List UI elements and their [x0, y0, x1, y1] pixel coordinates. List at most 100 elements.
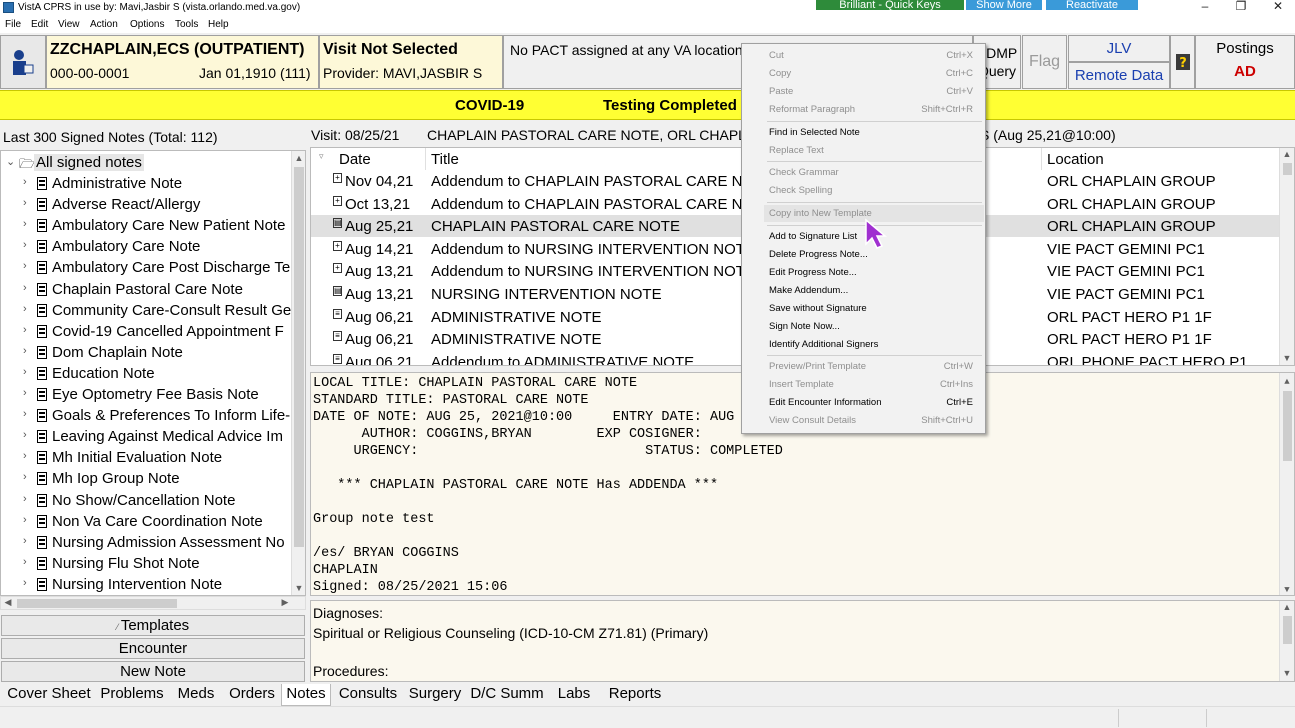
tree-item[interactable]: › Goals & Preferences To Inform Life- — [1, 406, 291, 427]
notes-tree[interactable]: ⌄ 🗁 All signed notes › Administrative Not… — [0, 150, 306, 596]
encounter-scrollbar[interactable]: ▲ ▼ — [1279, 601, 1294, 681]
expand-icon[interactable]: › — [23, 408, 27, 420]
tree-item[interactable]: › Eye Optometry Fee Basis Note — [1, 385, 291, 406]
notes-scroll-down-icon[interactable]: ▼ — [1280, 353, 1294, 363]
menu-item-check-spelling[interactable]: Check Spelling — [769, 182, 983, 199]
restore-button[interactable]: ❐ — [1224, 0, 1258, 14]
menu-item-edit-encounter-information[interactable]: Edit Encounter Information Ctrl+E — [769, 394, 983, 411]
tree-hscroll[interactable]: ◀ ▶ — [0, 596, 306, 610]
postings-button[interactable]: Postings AD — [1195, 35, 1295, 89]
menu-edit[interactable]: Edit — [31, 19, 48, 30]
menu-item-find-in-selected-note[interactable]: Find in Selected Note — [769, 124, 983, 141]
menu-item-make-addendum[interactable]: Make Addendum... — [769, 282, 983, 299]
tree-hscroll-thumb[interactable] — [17, 599, 177, 608]
note-scroll-thumb[interactable] — [1283, 391, 1292, 461]
note-scroll-up-icon[interactable]: ▲ — [1280, 374, 1294, 391]
menu-options[interactable]: Options — [130, 19, 164, 30]
notes-list-scrollbar[interactable]: ▲ ▼ — [1279, 148, 1294, 365]
close-button[interactable]: ✕ — [1261, 0, 1295, 14]
flag-button[interactable]: Flag — [1022, 35, 1067, 89]
expand-icon[interactable]: › — [23, 577, 27, 589]
menu-item-paste[interactable]: Paste Ctrl+V — [769, 83, 983, 100]
note-text-scrollbar[interactable]: ▲ ▼ — [1279, 373, 1294, 595]
expand-icon[interactable]: › — [23, 176, 27, 188]
notes-scroll-thumb[interactable] — [1283, 163, 1292, 175]
tree-item[interactable]: › Mh Iop Group Note — [1, 469, 291, 490]
tree-item[interactable]: › Chaplain Pastoral Care Note — [1, 280, 291, 301]
tree-item[interactable]: › Ambulatory Care New Patient Note — [1, 216, 291, 237]
col-title-header[interactable]: Title — [431, 151, 459, 168]
tree-item[interactable]: › Ambulatory Care Note — [1, 237, 291, 258]
tree-item[interactable]: › No Show/Cancellation Note — [1, 491, 291, 512]
tree-scroll-thumb[interactable] — [294, 167, 304, 547]
menu-item-insert-template[interactable]: Insert Template Ctrl+Ins — [769, 376, 983, 393]
menu-view[interactable]: View — [58, 19, 80, 30]
menu-file[interactable]: File — [5, 19, 21, 30]
tree-item[interactable]: › Administrative Note — [1, 174, 291, 195]
tab-consults[interactable]: Consults — [334, 684, 402, 706]
menu-item-save-without-signature[interactable]: Save without Signature — [769, 300, 983, 317]
tree-item[interactable]: › Community Care-Consult Result Ge — [1, 301, 291, 322]
tree-item[interactable]: › Mh Initial Evaluation Note — [1, 448, 291, 469]
encounter-button[interactable]: Encounter — [1, 638, 305, 659]
expand-icon[interactable]: › — [23, 303, 27, 315]
tab-orders[interactable]: Orders — [225, 684, 279, 706]
tree-item[interactable]: › Ambulatory Care Post Discharge Te — [1, 258, 291, 279]
remote-data-button[interactable]: Remote Data — [1068, 62, 1170, 89]
expand-icon[interactable]: › — [23, 239, 27, 251]
tree-item[interactable]: › Nursing Admission Assessment No — [1, 533, 291, 554]
reactivate-button[interactable]: Reactivate — [1046, 0, 1138, 10]
expand-icon[interactable]: › — [23, 282, 27, 294]
menu-item-preview-print-template[interactable]: Preview/Print Template Ctrl+W — [769, 358, 983, 375]
scroll-right-arrow-icon[interactable]: ▶ — [278, 597, 292, 608]
help-button[interactable]: ? — [1170, 35, 1195, 89]
tree-item[interactable]: › Non Va Care Coordination Note — [1, 512, 291, 533]
expand-icon[interactable]: › — [23, 471, 27, 483]
expand-icon[interactable]: › — [23, 260, 27, 272]
tree-item[interactable]: › Nursing Intervention Note — [1, 575, 291, 595]
expand-icon[interactable]: › — [23, 366, 27, 378]
tab-meds[interactable]: Meds — [169, 684, 223, 706]
new-note-button[interactable]: New Note — [1, 661, 305, 682]
menu-item-check-grammar[interactable]: Check Grammar — [769, 164, 983, 181]
menu-item-view-consult-details[interactable]: View Consult Details Shift+Ctrl+U — [769, 412, 983, 429]
menu-item-identify-additional-signers[interactable]: Identify Additional Signers — [769, 336, 983, 353]
encounter-scroll-up-icon[interactable]: ▲ — [1280, 602, 1294, 612]
menu-action[interactable]: Action — [90, 19, 118, 30]
jlv-button[interactable]: JLV — [1068, 35, 1170, 62]
tree-root[interactable]: ⌄ 🗁 All signed notes — [1, 153, 291, 174]
patient-info-panel[interactable]: ZZCHAPLAIN,ECS (OUTPATIENT) 000-00-0001 … — [46, 35, 319, 89]
tab-labs[interactable]: Labs — [548, 684, 600, 706]
tree-item[interactable]: › Covid-19 Cancelled Appointment F — [1, 322, 291, 343]
tree-item[interactable]: › Adverse React/Allergy — [1, 195, 291, 216]
scroll-up-arrow-icon[interactable]: ▲ — [292, 153, 305, 163]
menu-item-sign-note-now[interactable]: Sign Note Now... — [769, 318, 983, 335]
patient-icon-button[interactable] — [0, 35, 46, 89]
tree-item[interactable]: › Dom Chaplain Note — [1, 343, 291, 364]
tab-problems[interactable]: Problems — [97, 684, 167, 706]
tab-cover-sheet[interactable]: Cover Sheet — [3, 684, 95, 706]
expand-icon[interactable]: › — [23, 324, 27, 336]
col-date-header[interactable]: Date — [339, 151, 371, 168]
tab-reports[interactable]: Reports — [603, 684, 667, 706]
expand-icon[interactable]: › — [23, 535, 27, 547]
note-scroll-down-icon[interactable]: ▼ — [1280, 582, 1294, 595]
tab-notes[interactable]: Notes — [281, 684, 331, 706]
expand-icon[interactable]: › — [23, 556, 27, 568]
notes-scroll-up-icon[interactable]: ▲ — [1280, 149, 1294, 159]
expand-icon[interactable]: › — [23, 450, 27, 462]
menu-help[interactable]: Help — [208, 19, 229, 30]
menu-item-copy[interactable]: Copy Ctrl+C — [769, 65, 983, 82]
visit-panel[interactable]: Visit Not Selected Provider: MAVI,JASBIR… — [319, 35, 503, 89]
brilliant-quick-keys-button[interactable]: Brilliant - Quick Keys — [816, 0, 964, 10]
expand-icon[interactable]: › — [23, 345, 27, 357]
collapse-icon[interactable]: ⌄ — [6, 155, 15, 168]
menu-item-edit-progress-note[interactable]: Edit Progress Note... — [769, 264, 983, 281]
encounter-details[interactable]: Diagnoses: Spiritual or Religious Counse… — [310, 600, 1295, 682]
tree-item[interactable]: › Nursing Flu Shot Note — [1, 554, 291, 575]
expand-icon[interactable]: › — [23, 514, 27, 526]
tab-d-c-summ[interactable]: D/C Summ — [468, 684, 546, 706]
menu-item-reformat-paragraph[interactable]: Reformat Paragraph Shift+Ctrl+R — [769, 101, 983, 118]
expand-icon[interactable]: › — [23, 387, 27, 399]
expand-icon[interactable]: › — [23, 218, 27, 230]
